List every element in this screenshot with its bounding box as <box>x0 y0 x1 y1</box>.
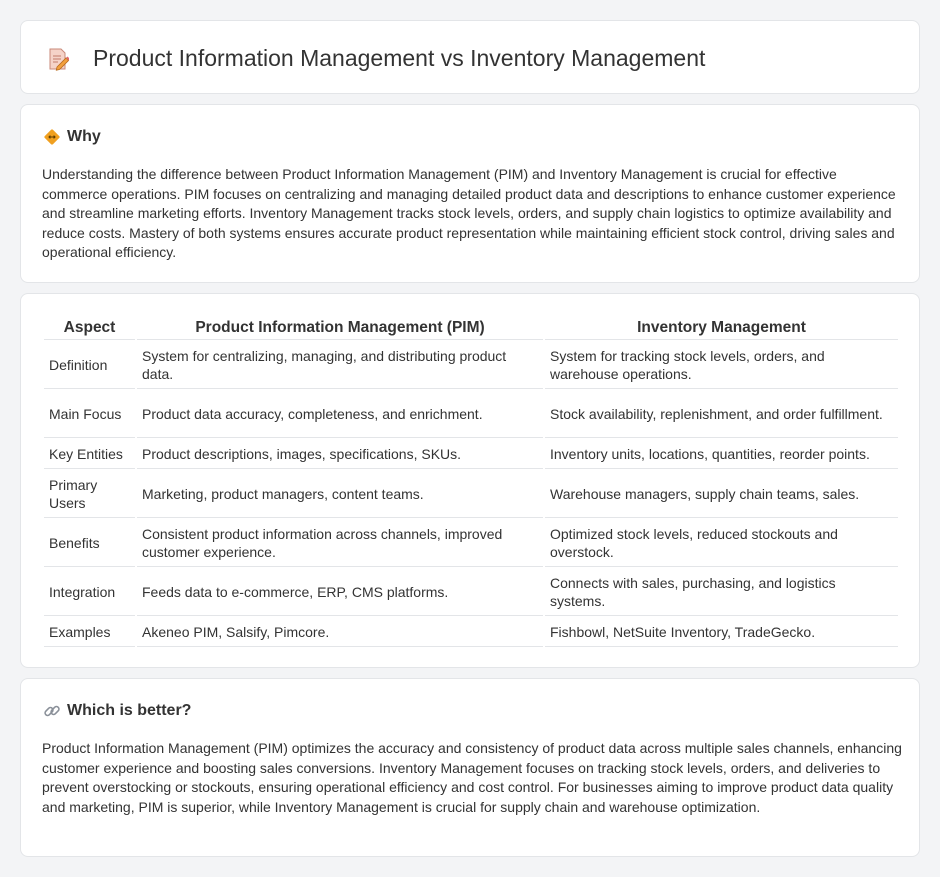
comparison-table: Aspect Product Information Management (P… <box>42 314 900 649</box>
header-card: Product Information Management vs Invent… <box>20 20 920 94</box>
why-title: Why <box>67 128 101 145</box>
why-heading: Why <box>43 127 101 147</box>
table-row: Integration Feeds data to e-commerce, ER… <box>44 569 898 616</box>
link-icon <box>43 702 61 720</box>
row-pim: Feeds data to e-commerce, ERP, CMS platf… <box>137 569 543 616</box>
table-header-row: Aspect Product Information Management (P… <box>44 316 898 340</box>
row-aspect: Examples <box>44 618 135 647</box>
header-pim: Product Information Management (PIM) <box>137 316 543 340</box>
table-row: Main Focus Product data accuracy, comple… <box>44 391 898 438</box>
row-inventory: Connects with sales, purchasing, and log… <box>545 569 898 616</box>
row-inventory: System for tracking stock levels, orders… <box>545 342 898 389</box>
row-pim: System for centralizing, managing, and d… <box>137 342 543 389</box>
row-pim: Product descriptions, images, specificat… <box>137 440 543 469</box>
row-aspect: Key Entities <box>44 440 135 469</box>
table-row: Primary Users Marketing, product manager… <box>44 471 898 518</box>
why-section: Why Understanding the difference between… <box>20 104 920 283</box>
table-row: Benefits Consistent product information … <box>44 520 898 567</box>
row-aspect: Primary Users <box>44 471 135 518</box>
table-row: Examples Akeneo PIM, Salsify, Pimcore. F… <box>44 618 898 647</box>
page-title: Product Information Management vs Invent… <box>93 45 706 71</box>
row-pim: Consistent product information across ch… <box>137 520 543 567</box>
row-aspect: Definition <box>44 342 135 389</box>
comparison-table-card: Aspect Product Information Management (P… <box>20 293 920 668</box>
row-pim: Marketing, product managers, content tea… <box>137 471 543 518</box>
row-aspect: Main Focus <box>44 391 135 438</box>
row-pim: Product data accuracy, completeness, and… <box>137 391 543 438</box>
row-inventory: Optimized stock levels, reduced stockout… <box>545 520 898 567</box>
better-heading: Which is better? <box>43 701 191 721</box>
header-inventory: Inventory Management <box>545 316 898 340</box>
row-inventory: Warehouse managers, supply chain teams, … <box>545 471 898 518</box>
which-is-better-section: Which is better? Product Information Man… <box>20 678 920 857</box>
why-text: Understanding the difference between Pro… <box>42 166 896 261</box>
better-title: Which is better? <box>67 702 192 719</box>
row-aspect: Integration <box>44 569 135 616</box>
row-inventory: Fishbowl, NetSuite Inventory, TradeGecko… <box>545 618 898 647</box>
better-text: Product Information Management (PIM) opt… <box>42 740 902 815</box>
table-row: Definition System for centralizing, mana… <box>44 342 898 389</box>
document-pencil-icon <box>47 47 70 71</box>
row-inventory: Stock availability, replenishment, and o… <box>545 391 898 438</box>
row-pim: Akeneo PIM, Salsify, Pimcore. <box>137 618 543 647</box>
header-aspect: Aspect <box>44 316 135 340</box>
row-aspect: Benefits <box>44 520 135 567</box>
diamond-arrows-icon <box>43 128 61 146</box>
table-row: Key Entities Product descriptions, image… <box>44 440 898 469</box>
row-inventory: Inventory units, locations, quantities, … <box>545 440 898 469</box>
